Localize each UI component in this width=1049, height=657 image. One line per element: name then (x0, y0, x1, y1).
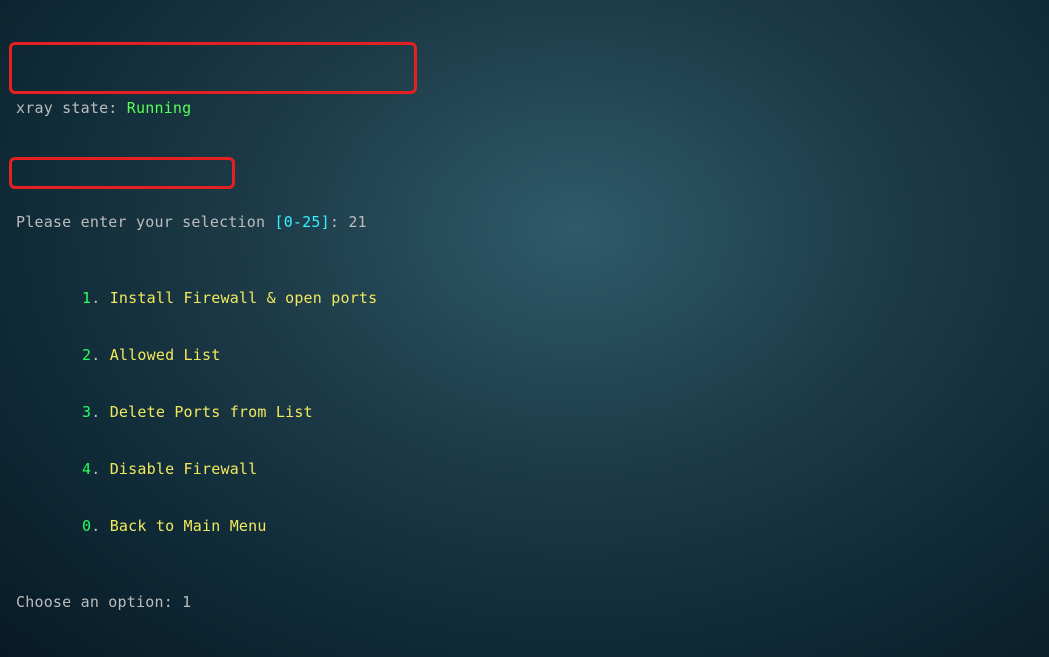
menu-option-4[interactable]: 4. Disable Firewall (82, 460, 1049, 479)
menu-label: Disable Firewall (110, 460, 258, 478)
menu-label: Install Firewall & open ports (110, 289, 378, 307)
state-line: xray state: Running (16, 99, 1049, 118)
menu-sep: . (91, 403, 109, 421)
menu-option-3[interactable]: 3. Delete Ports from List (82, 403, 1049, 422)
menu-num: 1 (82, 289, 91, 307)
prompt1-answer: 21 (348, 213, 366, 231)
menu-label: Allowed List (110, 346, 221, 364)
option-prompt[interactable]: Choose an option: 1 (16, 593, 1049, 612)
prompt1-text: Please enter your selection (16, 213, 274, 231)
prompt1-colon: : (330, 213, 348, 231)
menu-sep: . (91, 346, 109, 364)
selection-prompt[interactable]: Please enter your selection [0-25]: 21 (16, 213, 1049, 232)
menu-sep: . (91, 517, 109, 535)
menu-num: 3 (82, 403, 91, 421)
menu-num: 0 (82, 517, 91, 535)
menu-sep: . (91, 460, 109, 478)
menu-num: 4 (82, 460, 91, 478)
menu-option-1[interactable]: 1. Install Firewall & open ports (82, 289, 1049, 308)
prompt1-range: [0-25] (274, 213, 329, 231)
menu-option-2[interactable]: 2. Allowed List (82, 346, 1049, 365)
state-label: xray state: (16, 99, 127, 117)
menu-option-0[interactable]: 0. Back to Main Menu (82, 517, 1049, 536)
highlight-box-1 (9, 42, 417, 94)
prompt2-text: Choose an option: (16, 593, 182, 611)
prompt2-answer: 1 (182, 593, 191, 611)
menu-label: Back to Main Menu (110, 517, 267, 535)
menu-label: Delete Ports from List (110, 403, 313, 421)
terminal-output[interactable]: xray state: Running Please enter your se… (0, 0, 1049, 657)
state-value: Running (127, 99, 192, 117)
menu-num: 2 (82, 346, 91, 364)
blank-line (16, 156, 1049, 175)
menu-sep: . (91, 289, 109, 307)
